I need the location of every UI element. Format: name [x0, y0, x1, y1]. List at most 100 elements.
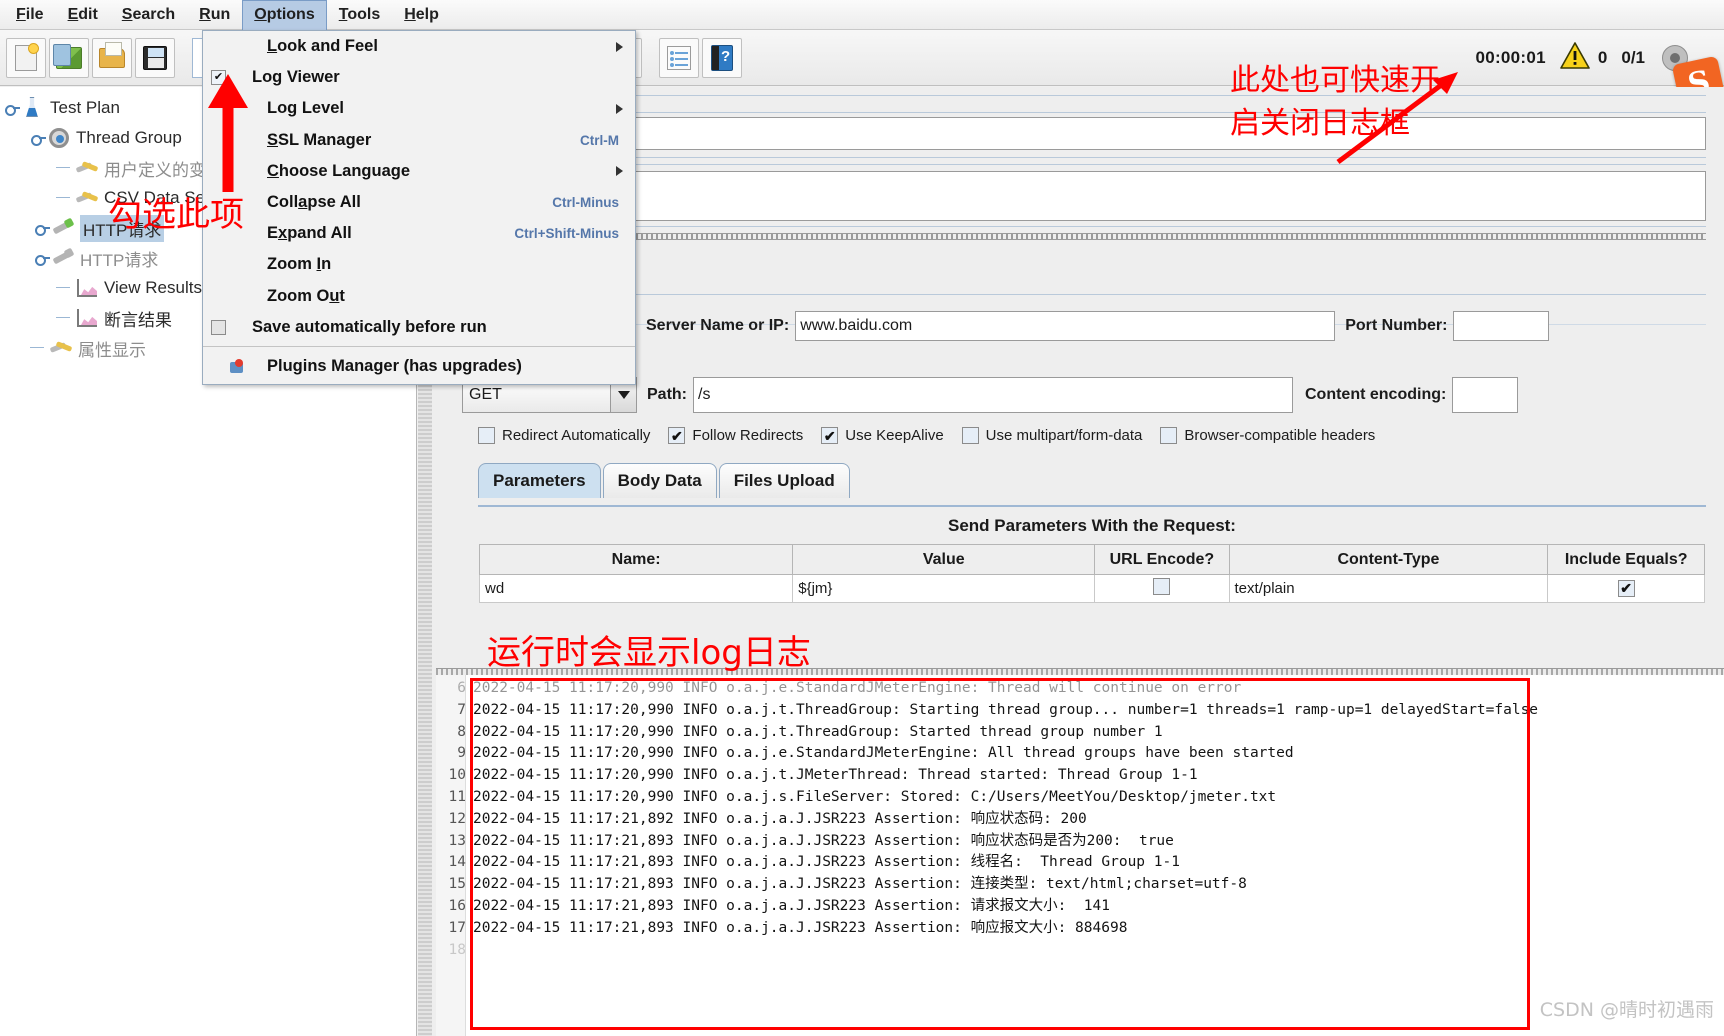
log-line-text: 2022-04-15 11:17:20,990 INFO o.a.j.t.Thr…	[473, 701, 1539, 718]
checkbox-use-keepalive[interactable]: ✔ Use KeepAlive	[821, 427, 944, 444]
server-name-label: Server Name or IP:	[646, 317, 790, 334]
list-book-icon	[667, 45, 691, 70]
expand-handle-icon[interactable]	[30, 130, 46, 146]
tree-connector	[52, 190, 74, 206]
menu-item-choose-language[interactable]: Choose Language	[203, 156, 635, 187]
cell-name[interactable]: wd	[478, 574, 794, 603]
new-button[interactable]	[6, 37, 46, 78]
checkbox-url-encode[interactable]	[1153, 578, 1171, 595]
options-dropdown-menu[interactable]: Look and Feel ✔ Log Viewer Log Level SSL…	[202, 30, 636, 385]
col-name[interactable]: Name:	[478, 544, 794, 575]
tree-connector	[52, 280, 74, 296]
checkbox-save-automatically[interactable]	[211, 319, 226, 335]
save-button[interactable]	[135, 37, 175, 78]
function-helper-button[interactable]	[659, 37, 699, 78]
log-line-text: 2022-04-15 11:17:21,893 INFO o.a.j.a.J.J…	[473, 897, 1110, 914]
log-line: 15 2022-04-15 11:17:21,893 INFO o.a.j.a.J…	[440, 874, 1724, 896]
menu-item-save-automatically[interactable]: Save automatically before run	[203, 312, 635, 343]
parameters-table[interactable]: Name: Value URL Encode? Content-Type Inc…	[478, 544, 1705, 603]
menu-item-log-viewer[interactable]: ✔ Log Viewer	[203, 62, 635, 93]
content-encoding-input[interactable]	[1452, 377, 1519, 413]
gear-icon	[46, 125, 72, 151]
checkbox-box[interactable]: ✔	[821, 427, 839, 444]
checkbox-include-equals[interactable]: ✔	[1617, 579, 1635, 597]
tree-connector	[52, 310, 74, 326]
checkbox-box[interactable]	[478, 427, 495, 444]
watermark: CSDN @晴时初遇雨	[1539, 999, 1714, 1021]
flask-icon	[20, 95, 46, 121]
menu-item-zoom-out[interactable]: Zoom Out	[203, 281, 635, 312]
expand-handle-icon[interactable]	[4, 100, 20, 116]
col-content-type[interactable]: Content-Type	[1228, 544, 1549, 575]
new-icon	[15, 42, 39, 71]
server-name-input[interactable]: www.baidu.com	[795, 311, 1336, 341]
log-viewer[interactable]: 6 2022-04-15 11:17:20,990 INFO o.a.j.e.St…	[436, 675, 1724, 1036]
parameters-panel: Send Parameters With the Request: Name: …	[478, 505, 1706, 603]
tree-connector	[26, 340, 48, 356]
menu-item-plugins-manager[interactable]: Plugins Manager (has upgrades)	[203, 350, 635, 384]
tab-body-data[interactable]: Body Data	[602, 463, 717, 498]
path-input[interactable]: /s	[693, 377, 1293, 413]
menu-tools[interactable]: Tools	[327, 0, 392, 30]
checkbox-redirect-automatically[interactable]: Redirect Automatically	[478, 427, 650, 444]
log-line-number: 10	[448, 767, 466, 784]
checkbox-log-viewer[interactable]: ✔	[211, 70, 226, 86]
menu-edit[interactable]: Edit	[56, 0, 110, 30]
accelerator-label: Ctrl+Shift-Minus	[514, 226, 619, 242]
open-folder-icon	[99, 41, 125, 68]
menu-item-ssl-manager[interactable]: SSL Manager Ctrl-M	[203, 125, 635, 156]
cell-include-equals[interactable]: ✔	[1547, 574, 1705, 603]
checkbox-use-multipart[interactable]: Use multipart/form-data	[961, 427, 1142, 444]
log-line: 9 2022-04-15 11:17:20,990 INFO o.a.j.e.St…	[440, 743, 1724, 765]
checkbox-box[interactable]: ✔	[668, 427, 686, 444]
templates-button[interactable]	[49, 37, 89, 78]
menu-run[interactable]: Run	[187, 0, 242, 30]
col-include-equals[interactable]: Include Equals?	[1547, 544, 1705, 575]
checkbox-browser-compatible-headers[interactable]: Browser-compatible headers	[1160, 427, 1375, 444]
params-title: Send Parameters With the Request:	[948, 516, 1236, 535]
menu-divider	[203, 345, 635, 347]
menu-item-look-and-feel[interactable]: Look and Feel	[203, 31, 635, 62]
checkbox-follow-redirects[interactable]: ✔ Follow Redirects	[668, 427, 803, 444]
log-line-text: 2022-04-15 11:17:21,893 INFO o.a.j.a.J.J…	[473, 919, 1128, 936]
cell-url-encode[interactable]	[1094, 574, 1230, 603]
cell-value[interactable]: ${jm}	[792, 574, 1096, 603]
annotation-top-right-line2: 启关闭日志框	[1230, 106, 1410, 141]
checkbox-box[interactable]	[1160, 427, 1178, 444]
plugins-manager-icon	[230, 358, 248, 375]
col-value[interactable]: Value	[792, 544, 1096, 575]
expand-handle-icon[interactable]	[34, 220, 50, 236]
menu-help[interactable]: Help	[392, 0, 451, 30]
open-button[interactable]	[92, 37, 132, 78]
checkbox-box[interactable]	[961, 427, 979, 444]
accelerator-label: Ctrl-M	[580, 132, 619, 148]
content-encoding-label: Content encoding:	[1305, 386, 1447, 403]
menu-options[interactable]: Options	[242, 0, 327, 30]
menu-item-log-level[interactable]: Log Level	[203, 93, 635, 124]
chart-icon	[74, 275, 100, 301]
log-line-text: 2022-04-15 11:17:21,893 INFO o.a.j.a.J.J…	[473, 832, 1174, 849]
expand-handle-icon[interactable]	[34, 250, 50, 266]
port-number-input[interactable]	[1453, 311, 1550, 341]
menu-item-zoom-in[interactable]: Zoom In	[203, 249, 635, 280]
menu-item-expand-all[interactable]: Expand All Ctrl+Shift-Minus	[203, 218, 635, 249]
checkbox-label: Follow Redirects	[692, 427, 804, 444]
annotation-log-note: 运行时会显示log日志	[487, 633, 811, 673]
col-url-encode[interactable]: URL Encode?	[1094, 544, 1230, 575]
menu-search[interactable]: Search	[110, 0, 187, 30]
menu-file[interactable]: File	[4, 0, 56, 30]
log-line: 8 2022-04-15 11:17:20,990 INFO o.a.j.t.Th…	[440, 722, 1724, 744]
elapsed-timer: 00:00:01	[1475, 47, 1546, 67]
submenu-arrow-icon	[616, 166, 623, 177]
cell-content-type[interactable]: text/plain	[1228, 574, 1549, 603]
method-value: GET	[469, 386, 502, 403]
path-value: /s	[698, 386, 711, 403]
table-row[interactable]: wd ${jm} text/plain ✔	[478, 574, 1705, 603]
log-line: 10 2022-04-15 11:17:20,990 INFO o.a.j.t.J…	[440, 765, 1724, 787]
tree-node-label: Thread Group	[76, 128, 182, 147]
tab-files-upload[interactable]: Files Upload	[718, 463, 850, 498]
menu-item-collapse-all[interactable]: Collapse All Ctrl-Minus	[203, 187, 635, 218]
tab-parameters[interactable]: Parameters	[478, 463, 601, 498]
help-button[interactable]	[702, 37, 742, 78]
warning-icon[interactable]	[1560, 41, 1590, 74]
